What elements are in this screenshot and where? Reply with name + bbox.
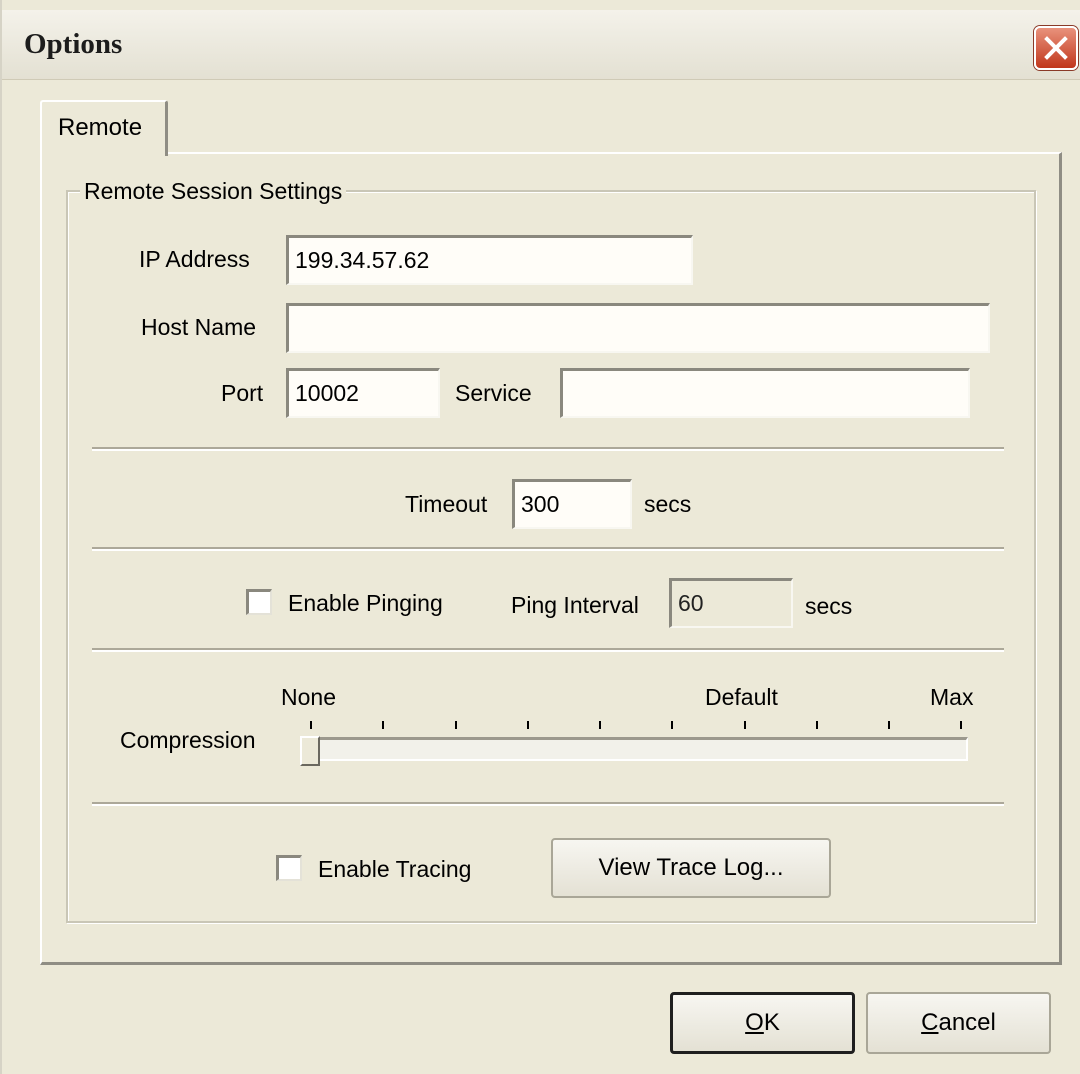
enable-tracing-label: Enable Tracing <box>318 856 472 882</box>
compression-tick <box>527 721 529 729</box>
compression-tick <box>744 721 746 729</box>
separator-4 <box>92 802 1004 806</box>
compression-tick <box>960 721 962 729</box>
port-label: Port <box>221 380 264 406</box>
service-label: Service <box>455 380 532 406</box>
tab-remote[interactable]: Remote <box>40 100 168 156</box>
title-bar[interactable]: Options <box>2 10 1080 80</box>
compression-tick <box>671 721 673 729</box>
cancel-button[interactable]: Cancel <box>866 992 1051 1054</box>
host-name-input[interactable] <box>286 303 990 353</box>
dialog-title: Options <box>24 28 123 60</box>
timeout-unit: secs <box>644 491 692 517</box>
separator-2 <box>92 547 1004 551</box>
compression-tick <box>816 721 818 729</box>
compression-min-label: None <box>281 684 336 710</box>
compression-tick <box>888 721 890 729</box>
compression-label: Compression <box>120 727 256 753</box>
ping-interval-input <box>669 578 793 628</box>
view-trace-log-label: View Trace Log... <box>598 854 784 881</box>
compression-tick <box>599 721 601 729</box>
compression-tick <box>310 721 312 729</box>
close-button[interactable] <box>1034 26 1078 70</box>
tab-remote-label: Remote <box>58 114 143 141</box>
view-trace-log-button[interactable]: View Trace Log... <box>551 838 831 898</box>
close-icon <box>1044 36 1068 60</box>
remote-session-groupbox <box>66 190 1036 923</box>
enable-pinging-checkbox[interactable] <box>246 589 272 615</box>
compression-slider-track[interactable] <box>306 737 968 761</box>
ping-interval-unit: secs <box>805 593 853 619</box>
port-input[interactable] <box>286 368 440 418</box>
ip-address-label: IP Address <box>139 246 250 272</box>
timeout-label: Timeout <box>405 491 488 517</box>
compression-slider-thumb[interactable] <box>300 736 320 766</box>
host-name-label: Host Name <box>141 314 257 340</box>
timeout-input[interactable] <box>512 479 632 529</box>
separator-1 <box>92 447 1004 451</box>
ok-label: OK <box>745 1009 780 1036</box>
compression-max-label: Max <box>930 684 974 710</box>
cancel-label: Cancel <box>921 1009 996 1036</box>
service-input[interactable] <box>560 368 970 418</box>
ping-interval-label: Ping Interval <box>511 592 639 618</box>
ip-address-input[interactable] <box>286 235 693 285</box>
compression-tick <box>382 721 384 729</box>
ok-button[interactable]: OK <box>670 992 855 1054</box>
compression-default-label: Default <box>705 684 778 710</box>
enable-pinging-label: Enable Pinging <box>288 590 443 616</box>
options-dialog: Options Remote Remote Session Settings I… <box>0 0 1080 1074</box>
separator-3 <box>92 648 1004 652</box>
compression-tick <box>455 721 457 729</box>
remote-session-group-label: Remote Session Settings <box>80 178 347 205</box>
enable-tracing-checkbox[interactable] <box>276 855 302 881</box>
